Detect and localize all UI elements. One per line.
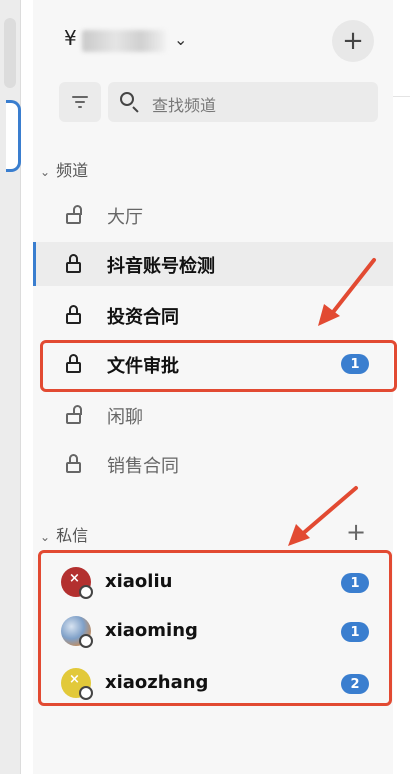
server-rail-item[interactable] [4, 18, 16, 88]
add-dm-button[interactable]: + [344, 520, 368, 544]
highlight-box [40, 340, 397, 392]
chevron-down-icon: ⌄ [40, 165, 51, 179]
add-button[interactable]: + [332, 20, 374, 62]
search-icon [120, 92, 134, 106]
highlight-box [38, 550, 392, 706]
lock-icon [64, 305, 84, 325]
divider [393, 96, 410, 97]
server-name: ¥ [64, 26, 78, 50]
server-rail-item-selected[interactable] [6, 100, 21, 172]
filter-button[interactable] [59, 82, 101, 122]
channels-section-header[interactable]: ⌄ 频道 [40, 157, 88, 181]
dm-section-header[interactable]: ⌄ 私信 [40, 522, 88, 546]
channel-item[interactable]: 闲聊 [33, 393, 393, 437]
lock-icon [64, 454, 84, 474]
search-placeholder: 查找频道 [152, 96, 217, 115]
app-window: ¥ ⌄ + 查找频道 ⌄ 频道 大厅 抖音账号检测 投资合同 文件审批 1 闲聊… [0, 0, 410, 774]
lock-icon [64, 254, 84, 274]
dm-section-title: 私信 [56, 526, 89, 545]
channel-item[interactable]: 大厅 [33, 193, 393, 237]
channel-label: 投资合同 [107, 307, 179, 328]
server-header[interactable]: ¥ ⌄ + [56, 18, 376, 62]
unlock-icon [64, 405, 84, 425]
server-rail [0, 0, 21, 774]
chevron-down-icon: ⌄ [40, 530, 51, 544]
channels-section-title: 频道 [56, 161, 89, 180]
channel-item[interactable]: 投资合同 [33, 293, 393, 337]
filter-icon [72, 96, 88, 108]
unlock-icon [64, 205, 84, 225]
channel-label: 销售合同 [107, 456, 179, 477]
blurred-server-name [82, 30, 166, 52]
search-input[interactable]: 查找频道 [108, 82, 378, 122]
channel-label: 闲聊 [107, 407, 143, 428]
channel-label: 抖音账号检测 [107, 256, 215, 277]
channel-item-active[interactable]: 抖音账号检测 [33, 242, 393, 286]
channel-label: 大厅 [107, 207, 143, 228]
channel-item[interactable]: 销售合同 [33, 442, 393, 486]
chevron-down-icon[interactable]: ⌄ [174, 30, 187, 49]
